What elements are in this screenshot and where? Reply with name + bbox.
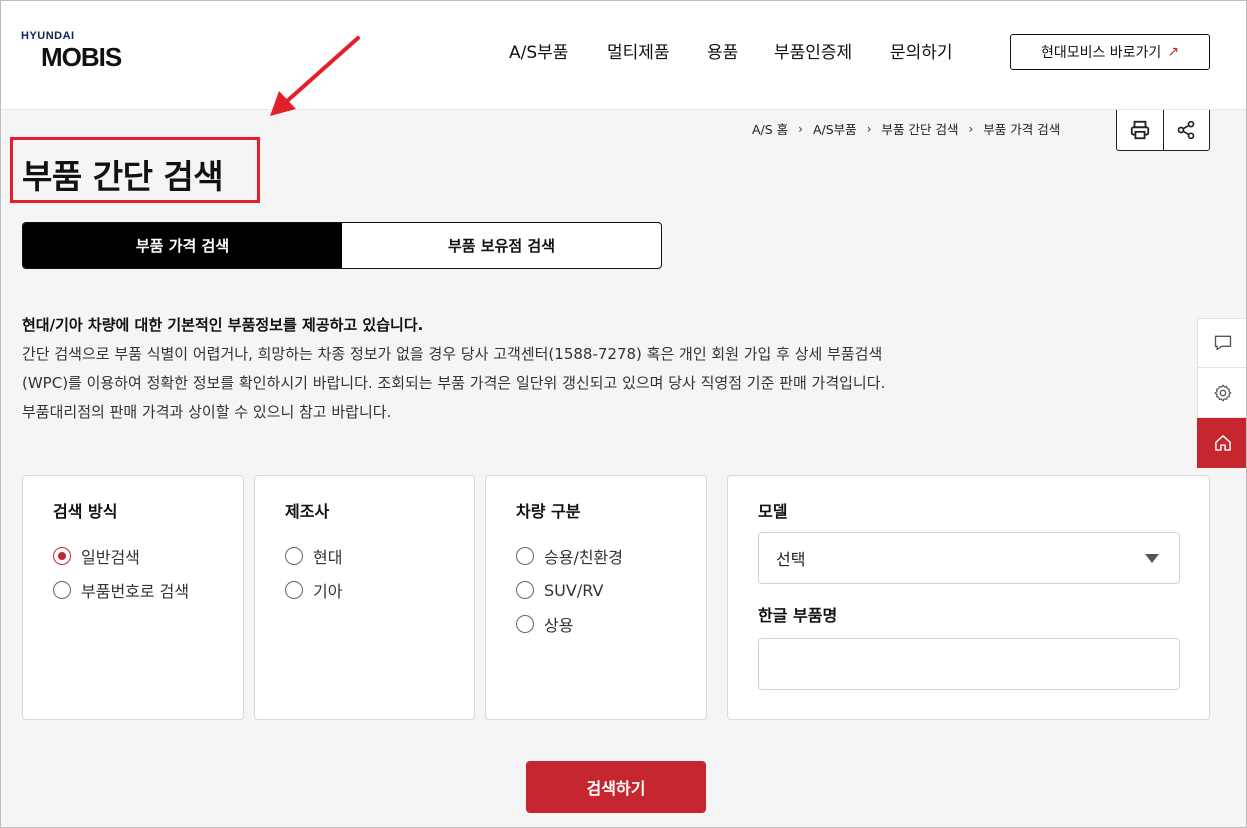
radio-hyundai[interactable]: 현대: [285, 539, 342, 573]
option-label: 현대: [313, 548, 343, 567]
option-label: 승용/친환경: [544, 548, 623, 567]
chat-button[interactable]: [1197, 318, 1247, 368]
option-label: 기아: [313, 582, 343, 601]
breadcrumb-simple-search[interactable]: 부품 간단 검색: [882, 119, 959, 138]
maker-panel: 제조사 현대 기아: [254, 475, 475, 720]
shortcut-label: 현대모비스 바로가기: [1040, 45, 1162, 61]
breadcrumb-price-search: 부품 가격 검색: [983, 122, 1061, 137]
radio-suv-rv[interactable]: SUV/RV: [516, 573, 623, 607]
option-label: SUV/RV: [544, 580, 604, 600]
breadcrumb-separator: ›: [866, 121, 872, 136]
chat-icon: [1214, 335, 1231, 351]
radio-general-search[interactable]: 일반검색: [53, 539, 189, 573]
settings-button[interactable]: [1197, 368, 1247, 418]
page-title: 부품 간단 검색: [22, 157, 224, 196]
part-name-input[interactable]: [758, 638, 1180, 690]
radio-icon[interactable]: [285, 581, 303, 599]
annotation-arrow-icon: [270, 36, 360, 116]
radio-selected-icon[interactable]: [53, 547, 71, 565]
quick-menu: [1197, 318, 1247, 468]
gear-icon: [1214, 384, 1231, 401]
option-label: 일반검색: [81, 548, 140, 567]
home-icon: [1214, 434, 1231, 451]
nav-parts-certification[interactable]: 부품인증제: [774, 38, 852, 63]
logo-main-text: MOBIS: [41, 42, 122, 72]
home-button[interactable]: [1197, 418, 1247, 468]
option-label: 상용: [544, 616, 574, 635]
radio-commercial[interactable]: 상용: [516, 607, 623, 641]
nav-goods[interactable]: 용품: [707, 38, 738, 63]
search-method-panel: 검색 방식 일반검색 부품번호로 검색: [22, 475, 244, 720]
page-tools: [1116, 110, 1210, 151]
radio-icon[interactable]: [53, 581, 71, 599]
part-name-title: 한글 부품명: [758, 606, 838, 625]
description: 현대/기아 차량에 대한 기본적인 부품정보를 제공하고 있습니다. 간단 검색…: [22, 311, 1042, 427]
print-button[interactable]: [1117, 110, 1163, 150]
radio-icon[interactable]: [516, 615, 534, 633]
search-method-title: 검색 방식: [53, 502, 118, 521]
nav-multi-products[interactable]: 멀티제품: [607, 38, 670, 63]
radio-kia[interactable]: 기아: [285, 573, 342, 607]
description-line: 부품대리점의 판매 가격과 상이할 수 있으니 참고 바랍니다.: [22, 403, 392, 421]
nav-inquiry[interactable]: 문의하기: [890, 38, 953, 63]
breadcrumb-as-parts[interactable]: A/S부품: [813, 119, 857, 138]
share-button[interactable]: [1162, 110, 1209, 150]
tab-store-search[interactable]: 부품 보유점 검색: [342, 223, 661, 268]
external-arrow-icon: ↗: [1167, 44, 1180, 60]
site-header: HYUNDAI MOBIS A/S부품 멀티제품 용품 부품인증제 문의하기 현…: [0, 0, 1247, 110]
nav-as-parts[interactable]: A/S부품: [509, 38, 568, 63]
vehicle-type-panel: 차량 구분 승용/친환경 SUV/RV 상용: [485, 475, 707, 720]
share-icon: [1178, 120, 1195, 140]
option-label: 부품번호로 검색: [81, 582, 190, 601]
maker-title: 제조사: [285, 502, 330, 521]
model-panel: 모델 선택 한글 부품명: [727, 475, 1210, 720]
breadcrumb-separator: ›: [968, 121, 974, 136]
radio-part-number-search[interactable]: 부품번호로 검색: [53, 573, 189, 607]
description-line: (WPC)를 이용하여 정확한 정보를 확인하시기 바랍니다. 조회되는 부품 …: [22, 374, 886, 392]
hyundai-mobis-logo[interactable]: HYUNDAI MOBIS: [21, 30, 141, 74]
breadcrumb-home[interactable]: A/S 홈: [752, 119, 788, 138]
radio-icon[interactable]: [516, 547, 534, 565]
description-lead: 현대/기아 차량에 대한 기본적인 부품정보를 제공하고 있습니다.: [22, 316, 424, 334]
search-tabs: 부품 가격 검색 부품 보유점 검색: [22, 222, 662, 269]
model-select[interactable]: 선택: [758, 532, 1180, 584]
printer-icon: [1130, 120, 1150, 140]
model-title: 모델: [758, 502, 788, 521]
vehicle-type-title: 차량 구분: [516, 502, 581, 521]
tab-price-search[interactable]: 부품 가격 검색: [23, 223, 342, 268]
description-line: 간단 검색으로 부품 식별이 어렵거나, 희망하는 차종 정보가 없을 경우 당…: [22, 345, 883, 363]
radio-passenger[interactable]: 승용/친환경: [516, 539, 623, 573]
breadcrumb: A/S 홈 › A/S부품 › 부품 간단 검색 › 부품 가격 검색: [752, 119, 1060, 138]
breadcrumb-separator: ›: [798, 121, 803, 136]
radio-icon[interactable]: [285, 547, 303, 565]
logo-top-text: HYUNDAI: [21, 30, 75, 42]
radio-icon[interactable]: [516, 581, 534, 599]
search-button[interactable]: 검색하기: [526, 761, 706, 813]
mobis-shortcut-button[interactable]: 현대모비스 바로가기 ↗: [1010, 34, 1210, 70]
chevron-down-icon: [1145, 554, 1159, 563]
model-select-value: 선택: [776, 550, 806, 569]
